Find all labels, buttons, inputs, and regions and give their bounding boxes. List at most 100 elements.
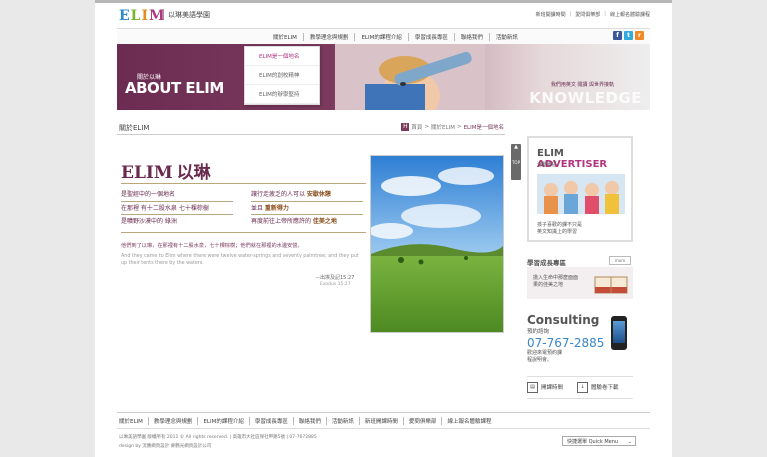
verse-left: 是聖經中的一個地名 在那裡 有十二股水泉 七十棵棕樹 是曠野沙漠中的 綠洲 [121, 188, 209, 229]
top-link-schedule[interactable]: 新班開課時間 [536, 11, 566, 18]
logo-letter: E [119, 8, 131, 24]
footer-link-news[interactable]: 活動新訊 [325, 417, 359, 425]
nav-contact[interactable]: 聯絡我們 [453, 33, 489, 41]
quick-menu-select[interactable]: 快捷選單 Quick Menu ⌄ [562, 436, 636, 446]
logo-subtitle: 以琳美語學園 [168, 11, 210, 19]
dropdown-item-place-name[interactable]: ELIM是一個地名 [245, 47, 319, 66]
footer-nav: 關於ELIM 教學理念與規劃 ELIM的課程介紹 學習成長專區 聯絡我們 活動新… [119, 417, 496, 425]
children-image [537, 174, 625, 214]
more-button[interactable]: more [609, 256, 631, 265]
footer-link-club[interactable]: 愛問俱樂部 [402, 417, 442, 425]
advertiser-caption: 孩子喜歡的課不只是 英文知識上的學習 [537, 222, 583, 235]
nav-philosophy[interactable]: 教學理念與規劃 [302, 33, 355, 41]
quick-menu-label: 快捷選單 Quick Menu [567, 439, 619, 445]
design-credit: design by 流應網頁設計 麥鶴光網頁設計公司 [119, 444, 212, 449]
verse-line: 並且 重新得力 [251, 204, 289, 212]
consulting-note: 歡迎來電預約課 程說明會。 [527, 350, 563, 363]
divider [117, 134, 505, 135]
side-scroll-top-button[interactable]: ▲ TOP [511, 144, 521, 180]
growth-title: 學習成長專區 [527, 259, 566, 267]
download-icon: ↓ [577, 382, 589, 393]
divider [121, 183, 366, 184]
quote-source: －出埃及記15:27 [315, 275, 355, 281]
verse-line: 讓行走疲乏的人可以 安歇休憩 [251, 191, 331, 198]
quote-en: And they came to Elim where there were t… [121, 254, 359, 266]
banner-knowledge: KNOWLEDGE [529, 89, 642, 107]
logo-divider [163, 9, 164, 20]
divider [527, 398, 633, 399]
elim-heading-cn: 以琳 [176, 163, 211, 183]
footer-link-about[interactable]: 關於ELIM [119, 417, 148, 425]
footer-link-schedule[interactable]: 新班開課時間 [358, 417, 403, 425]
verse-line: 再度前往上帝所應許的 佳美之地 [251, 218, 337, 225]
footer-link-courses[interactable]: ELIM的課程介紹 [197, 417, 248, 425]
divider [117, 428, 650, 429]
smartphone-icon [611, 316, 627, 350]
section-title: 關於ELIM [119, 124, 150, 132]
voucher-download-link[interactable]: ↓ 體驗卷下載 [577, 382, 619, 393]
verse-line: 在那裡 有十二股水泉 七十棵棕樹 [121, 204, 209, 212]
nav-about[interactable]: 關於ELIM [267, 33, 303, 41]
elim-logo[interactable]: ELIM [119, 8, 166, 24]
facebook-icon[interactable]: f [613, 31, 622, 40]
divider [251, 201, 363, 202]
verse-right: 讓行走疲乏的人可以 安歇休憩 並且 重新得力 再度前往上帝所應許的 佳美之地 [251, 188, 337, 229]
breadcrumb-about[interactable]: 關於ELIM [431, 123, 455, 131]
chevron-down-icon: ⌄ [627, 439, 632, 445]
divider [527, 376, 633, 377]
consulting-title: Consulting [527, 313, 600, 327]
consulting-subtitle: 預約諮詢 [527, 329, 550, 335]
divider [121, 214, 233, 215]
divider [121, 232, 366, 233]
footer-link-growth[interactable]: 學習成長專區 [248, 417, 293, 425]
home-icon[interactable]: H [401, 123, 410, 131]
dropdown-item-founding-spirit[interactable]: ELIM的創校精神 [245, 66, 319, 85]
page: ELIM 以琳美語學園 新班開課時間 | 愛問俱樂部 | 線上報名體驗課程 關於… [95, 0, 672, 457]
quote-source-en: Exodus 15:27 [320, 282, 351, 287]
consulting-phone[interactable]: 07-767-2885 [527, 336, 604, 350]
elim-heading-en: ELIM [121, 163, 173, 183]
nav-courses[interactable]: ELIM的課程介紹 [354, 33, 407, 41]
schedule-link[interactable]: ▤ 開課時間 [527, 382, 563, 393]
divider: | [569, 11, 572, 17]
scroll-label: TOP [511, 160, 520, 165]
divider [121, 201, 233, 202]
up-arrow-icon: ▲ [514, 144, 518, 150]
verse-line: 是曠野沙漠中的 綠洲 [121, 218, 177, 225]
advertiser-box[interactable]: ELIM ADVERTISER 活動專區 孩子喜歡的課不只是 英文知識上的學習 [527, 136, 633, 242]
banner-slogan: 我們用英文 閱讀 與世界接軌 [550, 82, 614, 88]
footer-link-contact[interactable]: 聯絡我們 [292, 417, 326, 425]
divider [251, 214, 363, 215]
top-link-signup[interactable]: 線上報名體驗課程 [610, 11, 650, 18]
verse-line: 是聖經中的一個地名 [121, 191, 176, 198]
nav-news[interactable]: 活動新訊 [488, 33, 524, 41]
logo-letter: L [130, 8, 142, 24]
breadcrumb-sep: > [456, 124, 462, 130]
divider: | [604, 11, 606, 17]
twitter-icon[interactable]: t [624, 31, 633, 40]
growth-box[interactable]: 擔入生命中那麼面面 果的佳美之地 [527, 267, 633, 299]
logo-letter: I [141, 8, 150, 24]
rss-icon[interactable]: r [635, 31, 644, 40]
breadcrumb: H 首頁 > 關於ELIM > ELIM是一個地名 [401, 123, 504, 131]
calendar-icon: ▤ [527, 382, 538, 393]
about-dropdown-menu: ELIM是一個地名 ELIM的創校精神 ELIM的辦學堅持 [244, 46, 320, 105]
elim-heading: ELIM 以琳 [121, 158, 211, 183]
footer-link-philosophy[interactable]: 教學理念與規劃 [147, 417, 198, 425]
book-icon [594, 276, 628, 294]
footer-link-signup[interactable]: 線上報名體驗課程 [441, 417, 496, 425]
boy-telescope-image [335, 44, 485, 110]
dropdown-item-principles[interactable]: ELIM的辦學堅持 [245, 85, 319, 104]
copyright: 以琳美語學園 版權所有 2011 © All rights reserved. … [119, 435, 317, 440]
hero-banner: 關於以琳 ABOUT ELIM 我們用英文 閱讀 與世界接軌 KNOWLEDGE [117, 44, 650, 110]
breadcrumb-home[interactable]: 首頁 [411, 123, 422, 131]
advertiser-subtitle: 活動專區 [537, 162, 558, 168]
banner-about-en: ABOUT ELIM [125, 79, 224, 97]
top-link-club[interactable]: 愛問俱樂部 [575, 11, 600, 18]
side-links: ▤ 開課時間 ↓ 體驗卷下載 [527, 382, 619, 393]
top-border [95, 0, 672, 3]
meadow-photo [370, 155, 504, 333]
divider [117, 412, 650, 413]
nav-growth[interactable]: 學習成長專區 [407, 33, 454, 41]
top-links: 新班開課時間 | 愛問俱樂部 | 線上報名體驗課程 [536, 11, 650, 18]
